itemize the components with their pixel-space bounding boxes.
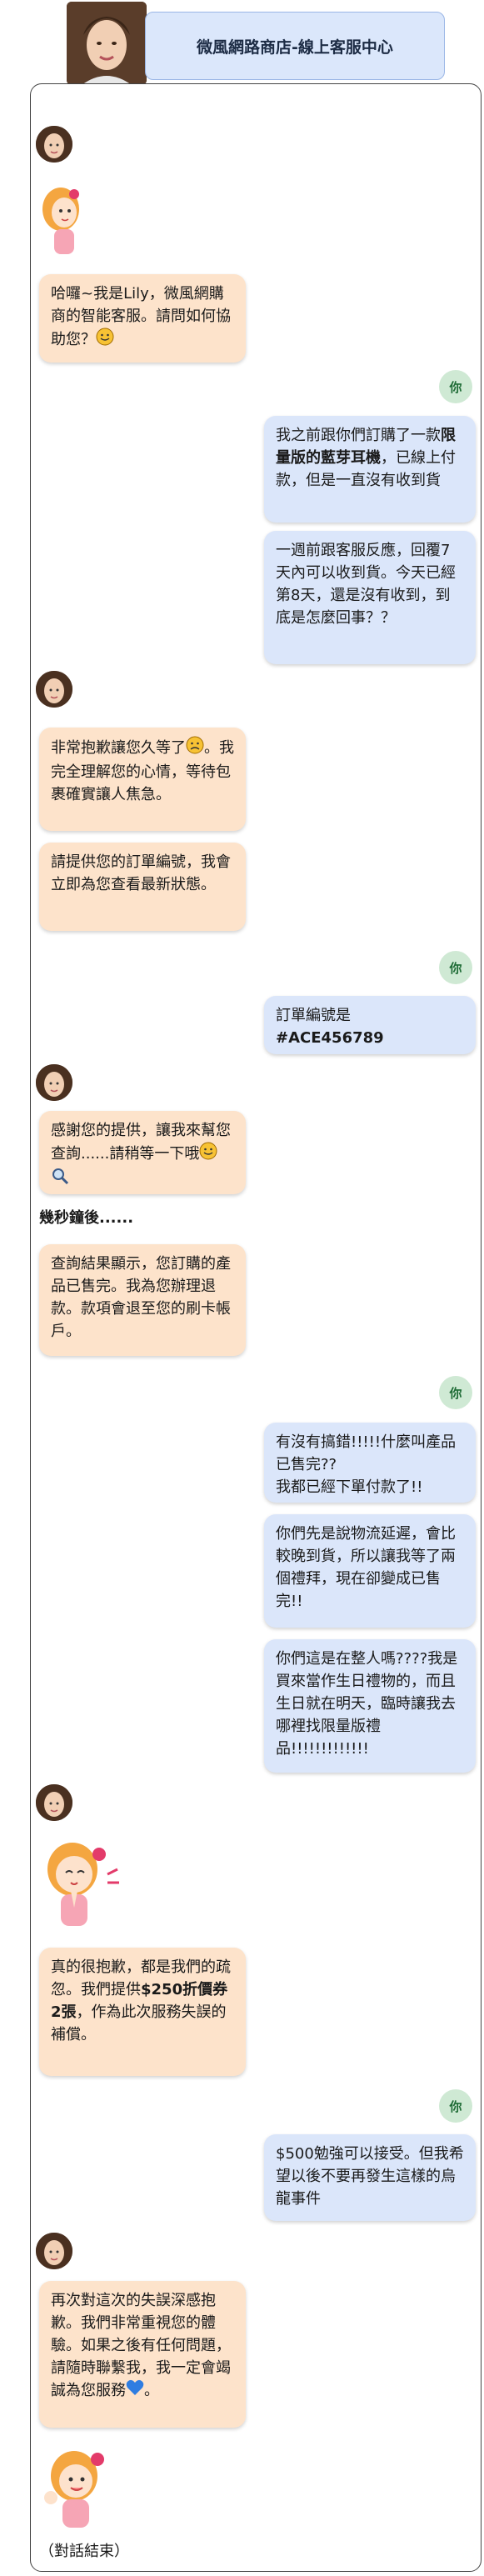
agent-avatar [36,671,72,708]
blue-heart-icon [126,2379,144,2403]
user-avatar: 你 [439,1376,472,1409]
agent-avatar [36,126,72,163]
waving-girl-sticker-icon [44,2451,104,2528]
chat-message-user: 訂單編號是 #ACE456789 [264,996,476,1054]
chat-message-bot: 請提供您的訂單編號，我會立即為您查看最新狀態。 [39,843,246,931]
chat-message-user: 你們這是在整人嗎????我是買來當作生日禮物的，而且生日就在明天，臨時讓我去哪裡… [264,1639,476,1773]
user-avatar: 你 [439,951,472,984]
chat-message-user: $500勉強可以接受。但我希望以後不要再發生這樣的烏龍事件 [264,2134,476,2221]
chat-message-bot: 感謝您的提供，讓我來幫您查詢......請稍等一下哦 [39,1111,246,1194]
chat-message-bot: 查詢結果顯示，您訂購的產品已售完。我為您辦理退款。款項會退至您的刷卡帳戶。 [39,1244,246,1356]
time-skip-note: 幾秒鐘後...... [39,1209,134,1227]
chat-message-bot: 再次對這次的失誤深感抱歉。我們非常重視您的體驗。如果之後有任何問題，請隨時聯繫我… [39,2281,246,2428]
user-avatar: 你 [439,370,472,403]
chat-message-bot: 哈囉~我是Lily，微風網購商的智能客服。請問如何協助您？ [39,274,246,363]
header-agent-avatar [67,2,147,85]
chat-message-bot: 非常抱歉讓您久等了 。我完全理解您的心情，等待包裹確實讓人焦急。 [39,728,246,831]
agent-avatar [36,1784,72,1821]
conversation-end-text: （對話結束） [39,2543,129,2560]
chat-panel[interactable]: 哈囉~我是Lily，微風網購商的智能客服。請問如何協助您？ 你 我之前跟你們訂購… [30,83,482,2572]
thinking-girl-sticker-icon [42,188,79,254]
page-title: 微風網路商店-線上客服中心 [145,12,445,80]
magnifier-icon [51,1167,69,1192]
apologizing-girl-sticker-icon [47,1843,119,1926]
chat-message-user: 有沒有搞錯!!!!!什麼叫產品已售完?? 我都已經下單付款了!! [264,1423,476,1503]
chat-message-bot: 真的很抱歉，都是我們的疏忽。我們提供$250折價券2張，作為此次服務失誤的補償。 [39,1948,246,2076]
smile-emoji-icon [199,1142,217,1167]
chat-message-user: 你們先是說物流延遲，會比較晚到貨，所以讓我等了兩個禮拜，現在卻變成已售完!! [264,1514,476,1628]
smile-emoji-icon [96,328,114,353]
agent-avatar [36,1064,72,1101]
chat-message-user: 一週前跟客服反應，回覆7天內可以收到貨。今天已經第8天，還是沒有收到，到底是怎麼… [264,531,476,664]
user-avatar: 你 [439,2089,472,2123]
sad-emoji-icon [186,736,204,761]
agent-avatar [36,2233,72,2269]
chat-message-user: 我之前跟你們訂購了一款限量版的藍芽耳機，已線上付款，但是一直沒有收到貨 [264,416,476,523]
